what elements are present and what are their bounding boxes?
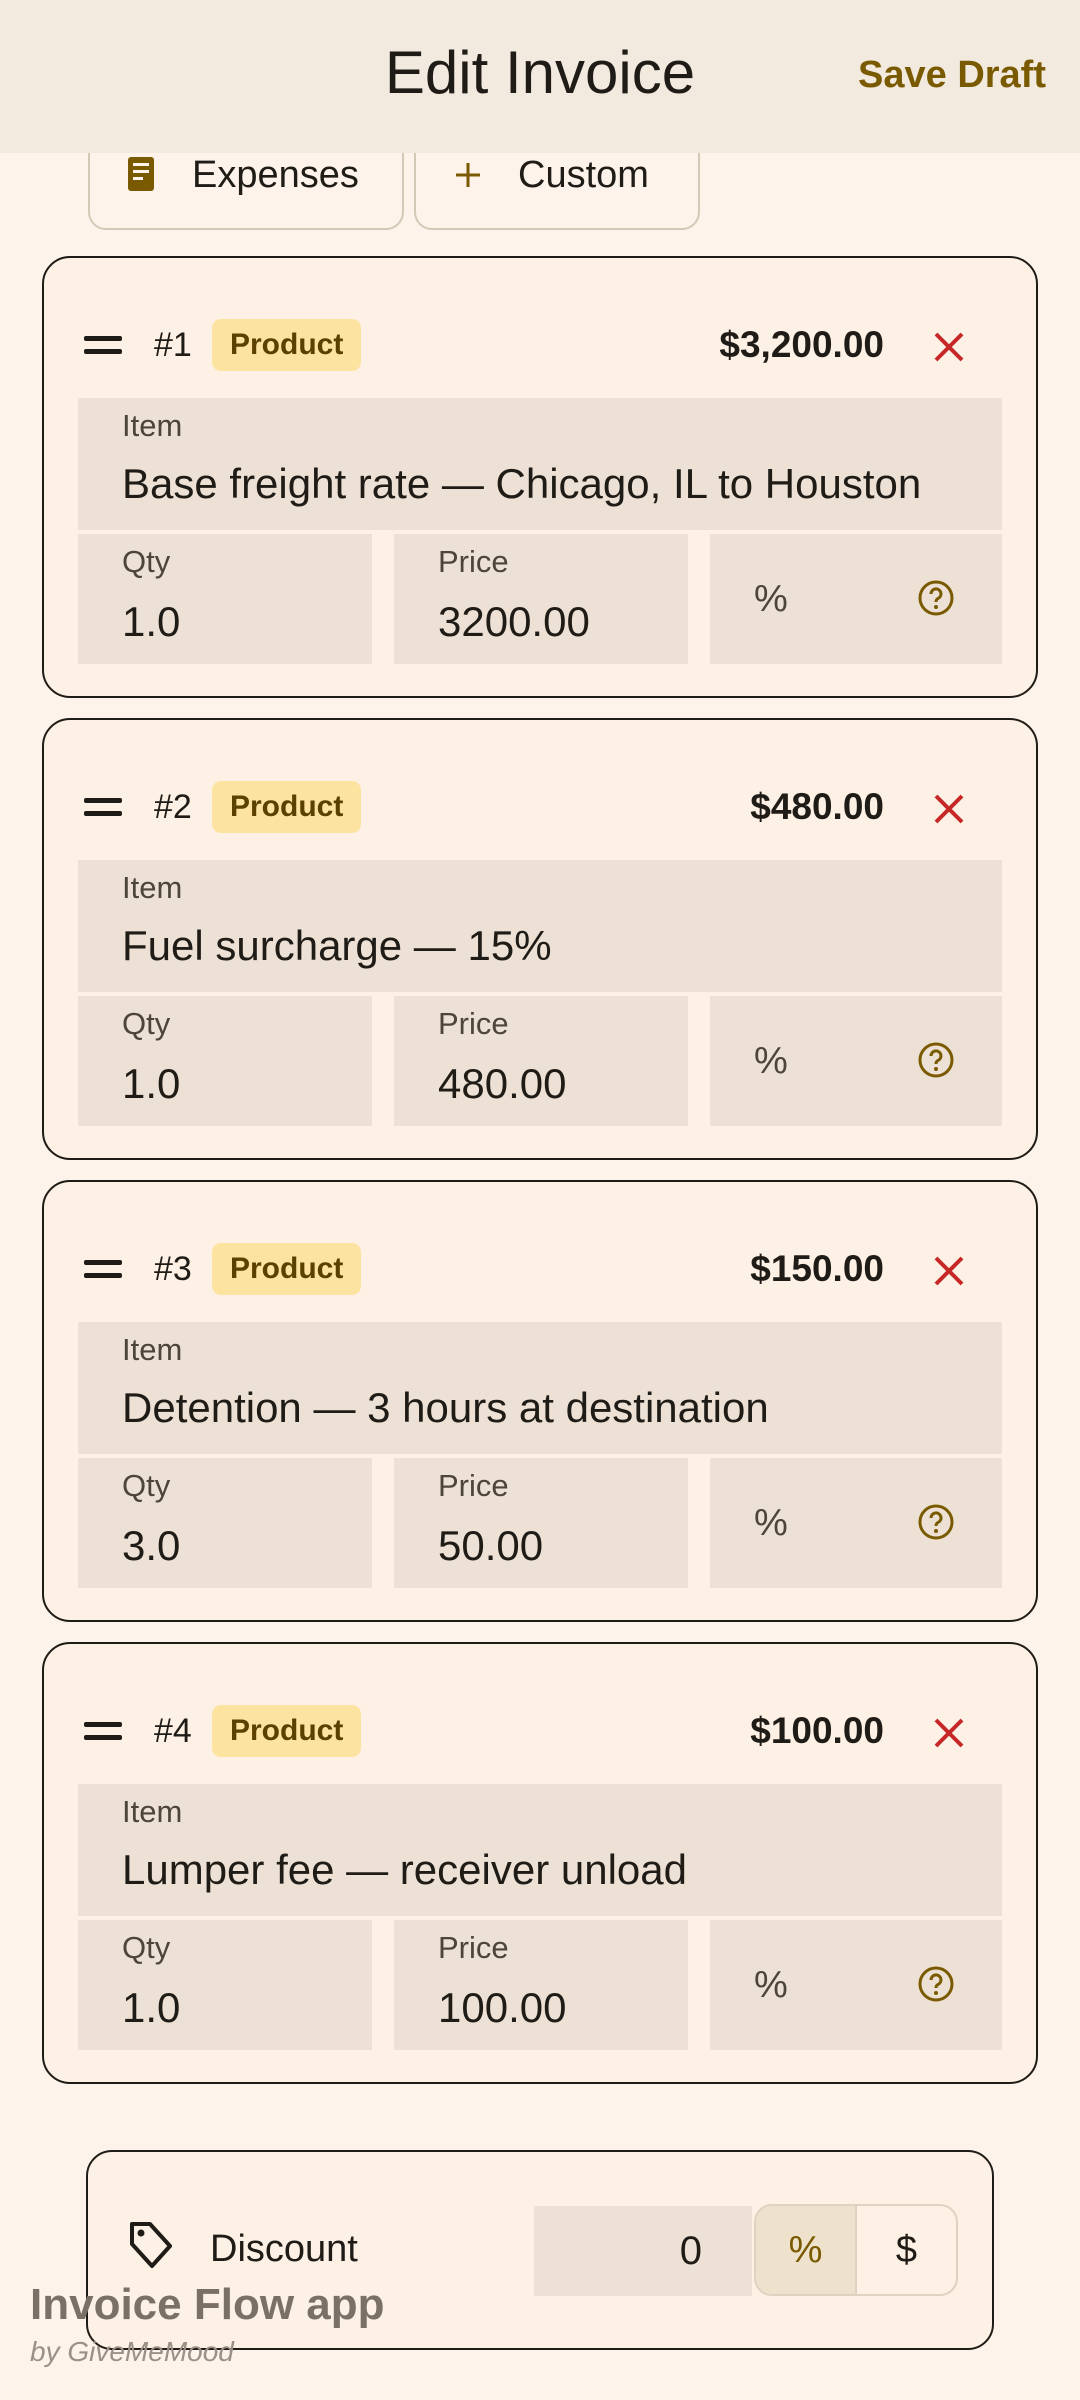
expenses-chip-label: Expenses	[192, 153, 359, 196]
field-value: 100.00	[438, 1984, 567, 2031]
field-label: Qty	[122, 1006, 171, 1041]
field-value: Lumper fee — receiver unload	[122, 1846, 687, 1893]
item-description-field[interactable]: Item Base freight rate — Chicago, IL to …	[78, 398, 1002, 530]
item-total: $480.00	[750, 786, 884, 827]
drag-handle-icon[interactable]	[84, 798, 122, 818]
qty-field[interactable]: Qty 1.0	[78, 1920, 372, 2050]
line-item-card: #1 Product $3,200.00 Item Base freight r…	[42, 256, 1038, 698]
item-number: #2	[154, 788, 192, 826]
watermark-title: Invoice Flow app	[30, 2280, 385, 2329]
field-label: Price	[438, 1468, 509, 1503]
item-description-field[interactable]: Item Fuel surcharge — 15%	[78, 860, 1002, 992]
help-icon[interactable]	[916, 578, 956, 618]
price-field[interactable]: Price 100.00	[394, 1920, 688, 2050]
item-type-badge: Product	[212, 1705, 362, 1757]
field-label: Qty	[122, 544, 171, 579]
field-value: Detention — 3 hours at destination	[122, 1384, 769, 1431]
tag-icon	[130, 2222, 172, 2268]
item-discount-field[interactable]: %	[710, 996, 1002, 1126]
remove-item-icon[interactable]	[930, 790, 968, 828]
help-icon[interactable]	[916, 1964, 956, 2004]
line-item-card: #2 Product $480.00 Item Fuel surcharge —…	[42, 718, 1038, 1160]
field-value: Base freight rate — Chicago, IL to Houst…	[122, 460, 922, 507]
remove-item-icon[interactable]	[930, 328, 968, 366]
receipt-icon	[122, 155, 162, 195]
item-type-badge: Product	[212, 1243, 362, 1295]
item-number: #4	[154, 1712, 192, 1750]
price-field[interactable]: Price 480.00	[394, 996, 688, 1126]
line-item-card: #4 Product $100.00 Item Lumper fee — rec…	[42, 1642, 1038, 2084]
field-value: 3200.00	[438, 598, 590, 645]
field-label: Price	[438, 1930, 509, 1965]
drag-handle-icon[interactable]	[84, 1722, 122, 1742]
custom-chip-label: Custom	[518, 153, 649, 196]
drag-handle-icon[interactable]	[84, 336, 122, 356]
field-label: Item	[122, 870, 183, 905]
help-icon[interactable]	[916, 1502, 956, 1542]
field-label: Item	[122, 408, 183, 443]
discount-input[interactable]: 0	[534, 2206, 752, 2296]
field-value: 50.00	[438, 1522, 544, 1569]
field-value: 1.0	[122, 1984, 181, 2031]
item-type-badge: Product	[212, 319, 362, 371]
help-icon[interactable]	[916, 1040, 956, 1080]
save-draft-button[interactable]: Save Draft	[858, 54, 1046, 97]
discount-percent-option[interactable]: %	[756, 2206, 857, 2294]
item-description-field[interactable]: Item Lumper fee — receiver unload	[78, 1784, 1002, 1916]
item-description-field[interactable]: Item Detention — 3 hours at destination	[78, 1322, 1002, 1454]
item-discount-field[interactable]: %	[710, 1458, 1002, 1588]
item-number: #1	[154, 326, 192, 364]
app-bar: Edit Invoice Save Draft	[0, 0, 1080, 153]
drag-handle-icon[interactable]	[84, 1260, 122, 1280]
item-total: $150.00	[750, 1248, 884, 1289]
plus-icon	[448, 155, 488, 195]
watermark: Invoice Flow app by GiveMeMood	[30, 2280, 385, 2368]
price-field[interactable]: Price 50.00	[394, 1458, 688, 1588]
field-label: Qty	[122, 1930, 171, 1965]
percent-label: %	[754, 578, 788, 620]
field-label: Price	[438, 1006, 509, 1041]
discount-mode-toggle: % $	[754, 2204, 958, 2296]
price-field[interactable]: Price 3200.00	[394, 534, 688, 664]
field-value: 3.0	[122, 1522, 181, 1569]
field-label: Item	[122, 1794, 183, 1829]
field-value: Fuel surcharge — 15%	[122, 922, 552, 969]
qty-field[interactable]: Qty 3.0	[78, 1458, 372, 1588]
item-discount-field[interactable]: %	[710, 1920, 1002, 2050]
field-label: Qty	[122, 1468, 171, 1503]
qty-field[interactable]: Qty 1.0	[78, 996, 372, 1126]
field-value: 1.0	[122, 1060, 181, 1107]
remove-item-icon[interactable]	[930, 1252, 968, 1290]
item-number: #3	[154, 1250, 192, 1288]
remove-item-icon[interactable]	[930, 1714, 968, 1752]
percent-label: %	[754, 1040, 788, 1082]
field-label: Price	[438, 544, 509, 579]
field-value: 480.00	[438, 1060, 567, 1107]
percent-label: %	[754, 1964, 788, 2006]
item-total: $100.00	[750, 1710, 884, 1751]
watermark-subtitle: by GiveMeMood	[30, 2336, 234, 2367]
field-value: 1.0	[122, 598, 181, 645]
line-item-card: #3 Product $150.00 Item Detention — 3 ho…	[42, 1180, 1038, 1622]
discount-dollar-option[interactable]: $	[857, 2206, 956, 2294]
qty-field[interactable]: Qty 1.0	[78, 534, 372, 664]
item-total: $3,200.00	[719, 324, 884, 365]
discount-label: Discount	[210, 2228, 358, 2270]
field-label: Item	[122, 1332, 183, 1367]
item-discount-field[interactable]: %	[710, 534, 1002, 664]
item-type-badge: Product	[212, 781, 362, 833]
percent-label: %	[754, 1502, 788, 1544]
